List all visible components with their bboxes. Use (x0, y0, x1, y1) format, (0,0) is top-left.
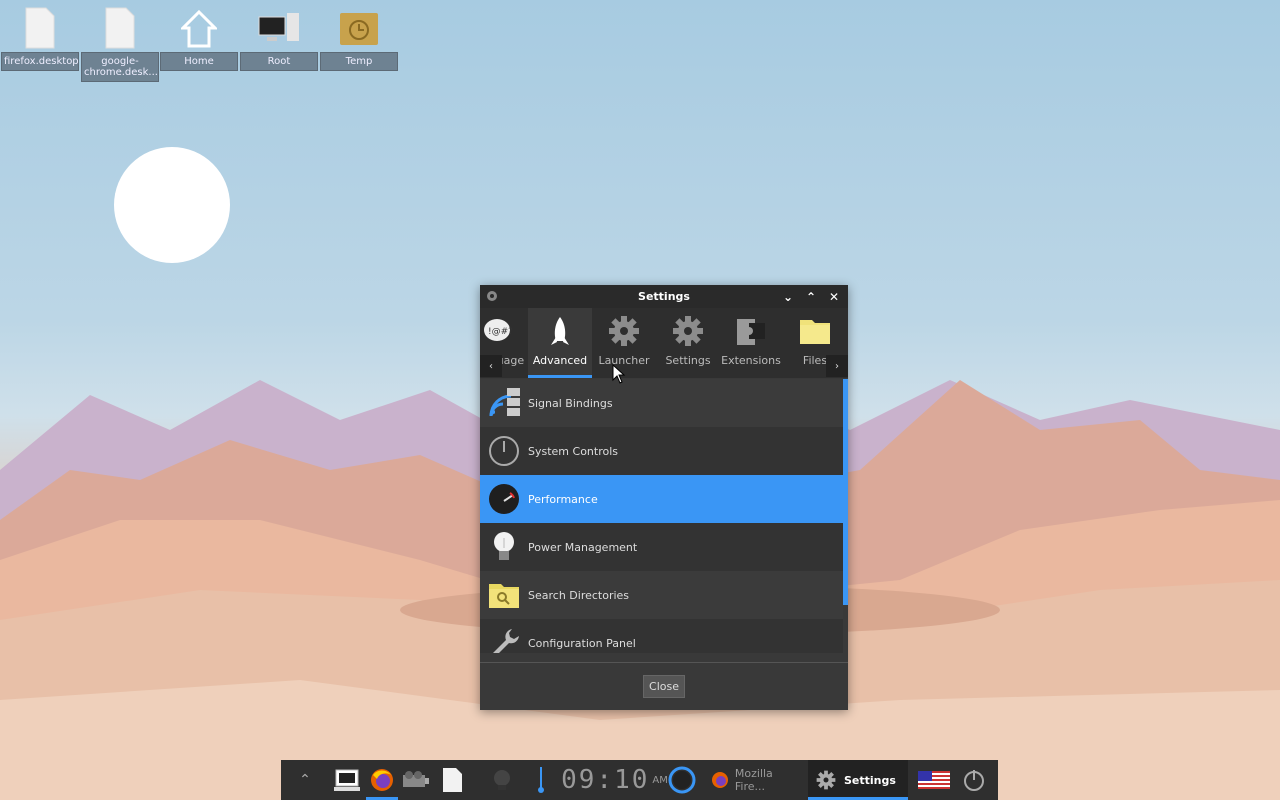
firefox-icon (371, 769, 393, 791)
gauge-icon (489, 484, 519, 514)
brightness-button[interactable] (487, 760, 517, 800)
volume-slider[interactable] (531, 760, 551, 800)
close-icon: ✕ (828, 289, 840, 304)
media-icon (403, 771, 429, 787)
task-label: Settings (844, 773, 896, 787)
us-flag-icon (918, 771, 950, 789)
home-icon (181, 9, 217, 48)
launcher-terminal[interactable] (331, 760, 363, 800)
tab-extensions[interactable]: Extensions (719, 308, 783, 378)
file-icon (105, 7, 135, 49)
clock-time: 09:10 (561, 765, 650, 795)
desktop: firefox.desktop google-chrome.desk... Ho… (0, 0, 1280, 800)
terminal-icon (334, 769, 360, 791)
minimize-button[interactable]: ⌄ (778, 287, 798, 306)
list-item-label: System Controls (528, 444, 619, 458)
desktop-icon[interactable]: firefox.desktop (1, 4, 79, 71)
chevron-down-icon: ⌄ (782, 289, 794, 304)
settings-tab-bar: !@#? Language Advanced Launcher Settings… (480, 308, 848, 378)
desktop-icon-label: Temp (320, 52, 398, 71)
list-item-label: Signal Bindings (528, 396, 613, 410)
status-ring[interactable] (665, 760, 699, 800)
gear-icon (609, 316, 639, 346)
launcher-firefox[interactable] (366, 760, 398, 800)
settings-list: Signal Bindings System Controls Performa… (480, 379, 843, 653)
desktop-icon[interactable]: google-chrome.desk... (81, 4, 159, 82)
list-item-label: Performance (528, 492, 598, 506)
gear-icon (816, 770, 836, 790)
clock[interactable]: 09:10 AM (561, 760, 668, 800)
signal-icon (489, 388, 520, 417)
list-item-performance[interactable]: Performance (480, 475, 843, 523)
gear-icon (487, 291, 497, 301)
wrench-icon (493, 629, 519, 653)
chevron-left-icon: ‹ (489, 360, 493, 372)
firefox-icon (712, 772, 728, 788)
taskbar: ⌃ 09:10 AM Mozilla Fire... Settings (281, 760, 998, 800)
tab-advanced[interactable]: Advanced (528, 308, 592, 378)
task-settings[interactable]: Settings (808, 760, 908, 800)
launcher-media[interactable] (399, 760, 433, 800)
puzzle-icon (737, 319, 765, 345)
rocket-icon (551, 317, 569, 345)
list-scrollbar[interactable] (843, 379, 848, 605)
desktop-icon[interactable]: Home (160, 4, 238, 71)
close-window-button[interactable]: ✕ (824, 287, 844, 306)
task-label: Mozilla Fire... (734, 767, 773, 793)
desktop-icon-label: Root (240, 52, 318, 71)
list-item-signal-bindings[interactable]: Signal Bindings (480, 379, 843, 427)
svg-text:!@#?: !@#? (488, 327, 512, 337)
power-icon (489, 436, 519, 466)
desktop-icon-label: Home (160, 52, 238, 71)
language-icon: !@#? (484, 319, 512, 341)
power-button[interactable] (959, 760, 989, 800)
list-item-system-controls[interactable]: System Controls (480, 427, 843, 475)
window-titlebar[interactable]: Settings ⌄ ⌃ ✕ (480, 285, 848, 308)
gear-icon (673, 316, 703, 346)
close-button[interactable]: Close (643, 675, 685, 698)
desktop-icon-label: firefox.desktop (1, 52, 79, 71)
folder-search-icon (489, 584, 519, 608)
mouse-cursor-icon (612, 364, 626, 384)
list-item-label: Power Management (528, 540, 638, 554)
clock-folder-icon (340, 13, 378, 45)
list-item-label: Configuration Panel (528, 636, 636, 650)
desktop-icon-label: google-chrome.desk... (81, 52, 159, 82)
task-firefox[interactable]: Mozilla Fire... (711, 760, 806, 800)
launcher-files[interactable] (436, 760, 468, 800)
settings-window: Settings ⌄ ⌃ ✕ !@#? Language Advanced La… (480, 285, 848, 710)
list-item-power-management[interactable]: Power Management (480, 523, 843, 571)
chevron-up-icon: ⌃ (805, 289, 817, 304)
tabs-scroll-right-button[interactable]: › (826, 355, 848, 377)
tabs-scroll-left-button[interactable]: ‹ (480, 355, 502, 377)
desktop-icon[interactable]: Root (240, 4, 318, 71)
file-icon (443, 768, 462, 792)
power-icon (964, 770, 984, 791)
tab-label: Settings (665, 354, 711, 367)
chevron-up-icon: ⌃ (299, 772, 311, 788)
folder-icon (800, 320, 830, 344)
desktop-icon[interactable]: Temp (320, 4, 398, 71)
bulb-icon (494, 770, 510, 790)
list-item-label: Search Directories (528, 588, 630, 602)
tab-settings[interactable]: Settings (656, 308, 720, 378)
computer-icon (258, 13, 299, 41)
bulb-icon (494, 532, 514, 560)
ring-icon (668, 766, 696, 794)
list-item-configuration-panel[interactable]: Configuration Panel (480, 619, 843, 653)
window-footer: Close (480, 662, 848, 710)
show-menu-button[interactable]: ⌃ (293, 760, 317, 800)
file-icon (25, 7, 55, 49)
thermometer-icon (538, 767, 544, 793)
list-item-search-directories[interactable]: Search Directories (480, 571, 843, 619)
tab-label: Extensions (721, 354, 781, 367)
maximize-button[interactable]: ⌃ (801, 287, 821, 306)
tab-label: Advanced (532, 354, 588, 367)
tab-label: Files (802, 354, 828, 367)
chevron-right-icon: › (835, 360, 839, 372)
keyboard-layout-button[interactable] (916, 760, 952, 800)
